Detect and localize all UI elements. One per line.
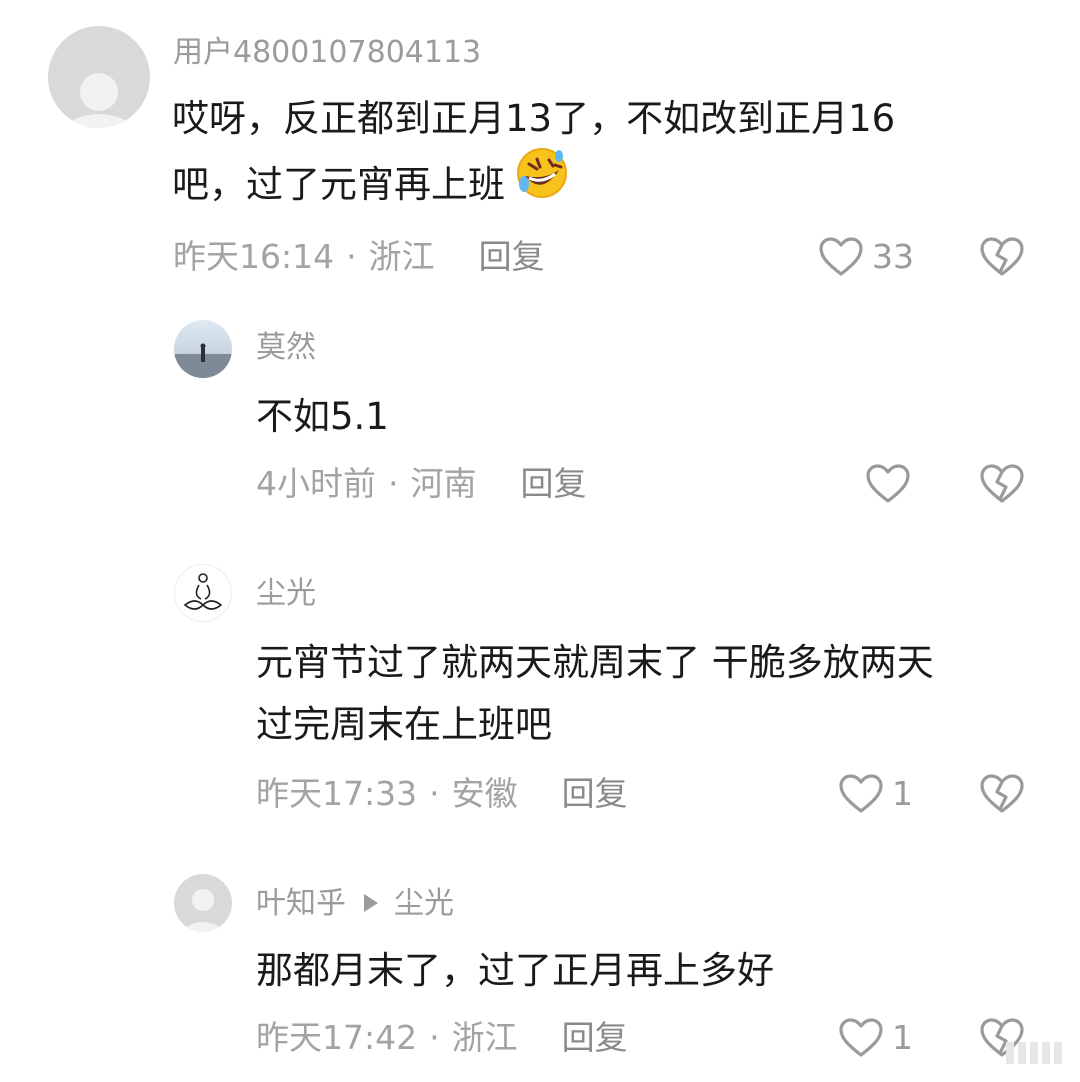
like-button[interactable]: [865, 463, 919, 505]
comment-meta: 4小时前 · 河南 回复: [256, 464, 587, 504]
reply-arrow-icon: [364, 893, 378, 912]
comment-text: 元宵节过了就两天就周末了 干脆多放两天 过完周末在上班吧: [256, 632, 934, 756]
comment-text-line: 哎呀，反正都到正月13了，不如改到正月16: [172, 97, 896, 140]
comment-location: 浙江: [368, 237, 435, 276]
like-button[interactable]: 1: [838, 1017, 913, 1059]
watermark: [1006, 1038, 1070, 1068]
heart-outline-icon: [819, 237, 863, 276]
broken-heart-icon: [980, 464, 1024, 503]
like-count: 33: [872, 237, 914, 276]
comment-username[interactable]: 莫然: [256, 330, 316, 366]
reply-target[interactable]: 尘光: [394, 886, 454, 921]
comment-time: 昨天17:33: [256, 774, 418, 813]
avatar[interactable]: [174, 564, 232, 622]
separator-dot: ·: [429, 1018, 440, 1057]
like-button[interactable]: 33: [818, 236, 914, 278]
comment-meta: 昨天17:33 · 安徽 回复: [256, 774, 628, 814]
default-user-icon: [63, 73, 135, 128]
comment-text-segment: 吧，过了元宵再上班: [172, 163, 505, 206]
reply-button[interactable]: 回复: [562, 774, 628, 813]
reply-button[interactable]: 回复: [562, 1018, 628, 1057]
avatar[interactable]: [48, 26, 150, 128]
separator-dot: ·: [346, 237, 357, 276]
separator-dot: ·: [388, 464, 399, 503]
comment-text-line: 那都月末了，过了正月再上多好: [256, 949, 774, 992]
comment-time: 4小时前: [256, 464, 376, 503]
comment-time: 昨天16:14: [173, 237, 335, 276]
like-count: 1: [892, 774, 913, 813]
comment-text-line: 元宵节过了就两天就周末了 干脆多放两天: [256, 641, 934, 684]
comment-username[interactable]: 尘光: [256, 576, 316, 612]
reply-author[interactable]: 叶知乎: [256, 886, 346, 921]
landscape-photo-icon: [174, 320, 232, 378]
comment-meta: 昨天16:14 · 浙江 回复: [173, 237, 545, 277]
separator-dot: ·: [429, 774, 440, 813]
dislike-button[interactable]: [979, 773, 1025, 815]
reply-button[interactable]: 回复: [521, 464, 587, 503]
heart-outline-icon: [839, 774, 883, 813]
comment-meta: 昨天17:42 · 浙江 回复: [256, 1018, 628, 1058]
heart-outline-icon: [839, 1018, 883, 1057]
comment-username[interactable]: 用户4800107804113: [173, 35, 481, 71]
meditation-figure-icon: [183, 573, 223, 610]
comment-text: 那都月末了，过了正月再上多好: [256, 940, 774, 1002]
avatar[interactable]: [174, 320, 232, 378]
like-count: 1: [892, 1018, 913, 1057]
reply-button[interactable]: 回复: [479, 237, 545, 276]
watermark-logo-icon: [1006, 1042, 1062, 1064]
dislike-button[interactable]: [979, 463, 1025, 505]
broken-heart-icon: [980, 237, 1024, 276]
comment-text: 不如5.1: [256, 386, 389, 448]
comment-text: 哎呀，反正都到正月13了，不如改到正月16 吧，过了元宵再上班: [172, 88, 895, 223]
comment-time: 昨天17:42: [256, 1018, 418, 1057]
comment-username: 叶知乎 尘光: [256, 886, 454, 922]
heart-outline-icon: [866, 464, 910, 503]
comment-list: 用户4800107804113 哎呀，反正都到正月13了，不如改到正月16 吧，…: [0, 0, 1080, 1082]
broken-heart-icon: [980, 774, 1024, 813]
comment-text-line: 吧，过了元宵再上班: [172, 148, 895, 223]
comment-location: 浙江: [451, 1018, 518, 1057]
rofl-emoji-icon: [515, 146, 569, 219]
comment-text-line: 过完周末在上班吧: [256, 703, 552, 746]
comment-location: 河南: [410, 464, 477, 503]
default-user-icon: [181, 889, 225, 932]
avatar[interactable]: [174, 874, 232, 932]
dislike-button[interactable]: [979, 236, 1025, 278]
like-button[interactable]: 1: [838, 773, 913, 815]
comment-location: 安徽: [451, 774, 518, 813]
comment-text-line: 不如5.1: [256, 395, 389, 438]
